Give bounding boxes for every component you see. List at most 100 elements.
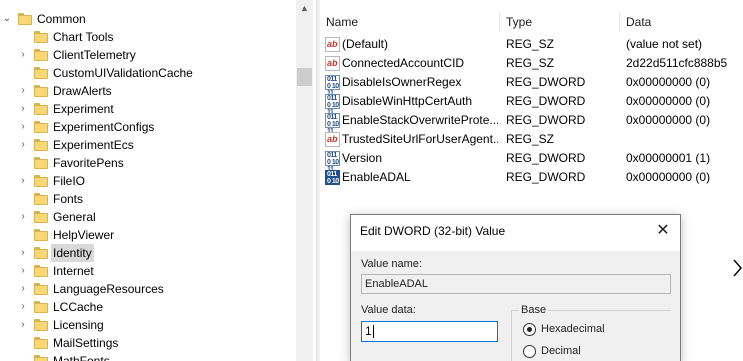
value-data-cell: 0x00000001 (1) bbox=[626, 151, 711, 165]
folder-icon bbox=[34, 85, 48, 97]
expand-chevron-icon[interactable]: › bbox=[18, 118, 28, 136]
value-row[interactable]: 0110 1011DisableWinHttpCertAuth REG_DWORD… bbox=[320, 92, 743, 116]
value-row[interactable]: ab (Default) REG_SZ (value not set) bbox=[320, 35, 743, 54]
tree-item[interactable]: › Experiment bbox=[0, 100, 296, 118]
tree-item[interactable]: › ExperimentConfigs bbox=[0, 118, 296, 136]
value-row[interactable]: ab TrustedSiteUrlForUserAgent... REG_SZ bbox=[320, 130, 743, 149]
tree-item[interactable]: › FileIO bbox=[0, 172, 296, 190]
value-name-label: Value name: bbox=[361, 258, 422, 270]
tree-item[interactable]: Fonts bbox=[0, 190, 296, 208]
value-data-input[interactable]: 1 bbox=[361, 321, 498, 342]
folder-icon bbox=[34, 229, 48, 241]
tree-item-label: Internet bbox=[53, 264, 94, 278]
dword-value-icon: 0110 1011 bbox=[325, 94, 340, 116]
folder-icon bbox=[34, 337, 48, 349]
expand-chevron-icon[interactable]: › bbox=[18, 82, 28, 100]
value-row[interactable]: 0110 1011Version REG_DWORD 0x00000001 (1) bbox=[320, 149, 743, 173]
value-name-cell: DisableIsOwnerRegex bbox=[342, 75, 462, 89]
expand-chevron-icon[interactable]: › bbox=[18, 262, 28, 280]
value-row[interactable]: ab ConnectedAccountCID REG_SZ 2d22d511cfc88… bbox=[320, 54, 743, 73]
value-name-cell: (Default) bbox=[342, 37, 389, 51]
folder-icon bbox=[34, 283, 48, 295]
text-caret bbox=[372, 325, 374, 339]
tree-item-label: MathFonts bbox=[53, 354, 110, 361]
folder-icon bbox=[34, 103, 48, 115]
expand-chevron-icon[interactable]: › bbox=[18, 298, 28, 316]
value-row[interactable]: 0110 1011 EnableADAL REG_DWORD 0x00000000 (… bbox=[320, 168, 743, 192]
dialog-body: Value name: EnableADAL Value data: 1 Bas… bbox=[351, 251, 680, 361]
tree-item-label: Experiment bbox=[53, 102, 114, 116]
value-data-label: Value data: bbox=[361, 304, 416, 316]
expand-chevron-icon[interactable]: › bbox=[18, 244, 28, 262]
scrollbar-thumb[interactable] bbox=[297, 68, 312, 86]
value-type-cell: REG_SZ bbox=[506, 132, 555, 146]
column-header-name[interactable]: Name bbox=[320, 12, 500, 32]
tree-item-label: ExperimentEcs bbox=[53, 138, 134, 152]
registry-tree[interactable]: ⌄ Common Chart Tools › ClientTelemetry Custom… bbox=[0, 0, 316, 361]
value-data-cell: 2d22d511cfc888b5 bbox=[626, 56, 728, 70]
column-header-type[interactable]: Type bbox=[500, 12, 620, 32]
tree-item[interactable]: › DrawAlerts bbox=[0, 82, 296, 100]
base-label: Base bbox=[519, 304, 549, 316]
value-data-cell: 0x00000000 (0) bbox=[626, 170, 711, 184]
expand-chevron-icon[interactable]: › bbox=[18, 100, 28, 118]
tree-item[interactable]: › ExperimentEcs bbox=[0, 136, 296, 154]
folder-icon bbox=[34, 193, 48, 205]
value-name-cell: EnableStackOverwriteProte... bbox=[342, 113, 498, 127]
value-type-cell: REG_DWORD bbox=[506, 75, 586, 89]
dword-value-icon: 0110 1011 bbox=[325, 170, 340, 192]
tree-item[interactable]: CustomUIValidationCache bbox=[0, 64, 296, 82]
tree-item[interactable]: MailSettings bbox=[0, 334, 296, 352]
tree-item[interactable]: ⌄ Common bbox=[0, 10, 296, 28]
value-name-field: EnableADAL bbox=[361, 274, 671, 294]
close-icon[interactable]: ✕ bbox=[651, 219, 675, 243]
tree-item[interactable]: Chart Tools bbox=[0, 28, 296, 46]
hexadecimal-radio[interactable] bbox=[523, 323, 536, 336]
decimal-radio[interactable] bbox=[523, 345, 536, 358]
column-header-data[interactable]: Data bbox=[620, 12, 743, 32]
dialog-title: Edit DWORD (32-bit) Value bbox=[360, 224, 506, 238]
tree-item-label: Chart Tools bbox=[53, 30, 114, 44]
expand-chevron-icon[interactable]: › bbox=[18, 280, 28, 298]
tree-item-label: Common bbox=[37, 12, 86, 26]
dword-value-icon: 0110 1011 bbox=[325, 75, 340, 97]
value-data-text: 1 bbox=[365, 324, 372, 338]
string-value-icon: ab bbox=[325, 56, 340, 71]
tree-item[interactable]: › LCCache bbox=[0, 298, 296, 316]
tree-scrollbar[interactable]: ▲ bbox=[296, 0, 313, 361]
tree-item[interactable]: › General bbox=[0, 208, 296, 226]
folder-icon bbox=[34, 49, 48, 61]
folder-icon bbox=[34, 139, 48, 151]
tree-item[interactable]: › Identity bbox=[0, 244, 296, 262]
tree-item-label: HelpViewer bbox=[53, 228, 115, 242]
tree-item[interactable]: › LanguageResources bbox=[0, 280, 296, 298]
expand-chevron-icon[interactable]: › bbox=[18, 46, 28, 64]
value-name-cell: TrustedSiteUrlForUserAgent... bbox=[342, 132, 498, 146]
tree-item[interactable]: › Internet bbox=[0, 262, 296, 280]
value-row[interactable]: 0110 1011EnableStackOverwriteProte... REG… bbox=[320, 111, 743, 135]
value-name-cell: Version bbox=[342, 151, 383, 165]
scroll-up-icon[interactable]: ▲ bbox=[296, 0, 313, 17]
hexadecimal-label[interactable]: Hexadecimal bbox=[541, 323, 605, 335]
expand-chevron-icon[interactable]: › bbox=[18, 208, 28, 226]
collapse-chevron-icon[interactable]: ⌄ bbox=[2, 10, 12, 28]
value-name-cell: DisableWinHttpCertAuth bbox=[342, 94, 473, 108]
value-data-cell bbox=[626, 130, 741, 149]
tree-item[interactable]: HelpViewer bbox=[0, 226, 296, 244]
expand-chevron-icon[interactable]: › bbox=[18, 136, 28, 154]
folder-icon bbox=[34, 211, 48, 223]
folder-icon bbox=[34, 31, 48, 43]
value-type-cell: REG_DWORD bbox=[506, 170, 586, 184]
tree-item[interactable]: FavoritePens bbox=[0, 154, 296, 172]
value-type-cell: REG_SZ bbox=[506, 37, 555, 51]
folder-icon bbox=[34, 319, 48, 331]
tree-item[interactable]: › Licensing bbox=[0, 316, 296, 334]
expand-chevron-icon[interactable]: › bbox=[18, 316, 28, 334]
tree-item[interactable]: › ClientTelemetry bbox=[0, 46, 296, 64]
value-row[interactable]: 0110 1011DisableIsOwnerRegex REG_DWORD 0x0… bbox=[320, 73, 743, 97]
expand-chevron-icon[interactable]: › bbox=[18, 172, 28, 190]
value-name-cell: ConnectedAccountCID bbox=[342, 56, 465, 70]
decimal-label[interactable]: Decimal bbox=[541, 345, 581, 357]
value-type-cell: REG_SZ bbox=[506, 56, 555, 70]
tree-item[interactable]: MathFonts bbox=[0, 352, 296, 361]
